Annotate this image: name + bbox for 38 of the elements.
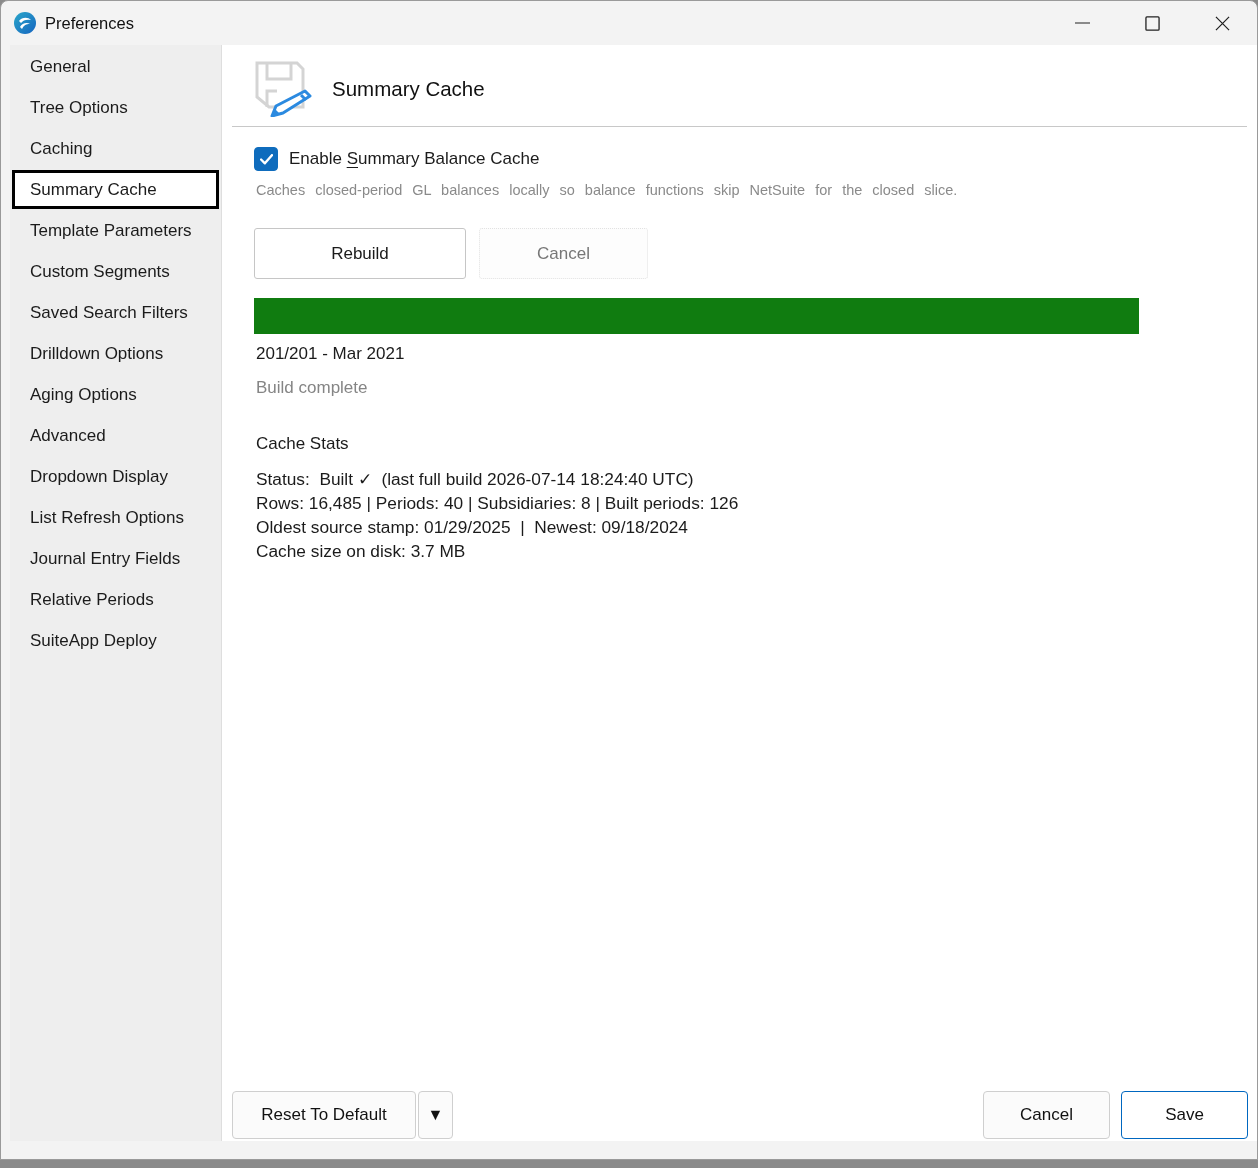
cache-stats-heading: Cache Stats xyxy=(255,434,350,454)
checkbox-label[interactable]: Enable Summary Balance Cache xyxy=(289,149,540,169)
build-status-text: Build complete xyxy=(255,378,369,398)
stats-line: Status: Built ✓ (last full build 2026-07-14 18:24:40 UTC) xyxy=(256,468,695,491)
sidebar-item[interactable]: Saved Search Filters xyxy=(12,293,219,332)
app-logo-icon xyxy=(14,12,36,34)
dropdown-button[interactable]: ▼ xyxy=(418,1091,453,1139)
minimize-icon xyxy=(1074,22,1090,24)
page-title: Summary Cache xyxy=(332,77,485,101)
sidebar-item[interactable]: Journal Entry Fields xyxy=(12,539,219,578)
sidebar-item[interactable]: Custom Segments xyxy=(12,252,219,291)
sidebar-item[interactable]: General xyxy=(12,47,219,86)
reset-button[interactable]: Reset To Default xyxy=(232,1091,416,1139)
progress-reading: 201/201 - Mar 2021 xyxy=(255,344,406,364)
sidebar-item[interactable]: Dropdown Display xyxy=(12,457,219,496)
rebuild-button[interactable]: Rebuild xyxy=(254,228,466,279)
stats-line: Oldest source stamp: 01/29/2025 | Newest: 09/18/2024 xyxy=(256,516,689,539)
close-icon xyxy=(1214,15,1230,31)
sidebar-item[interactable]: List Refresh Options xyxy=(12,498,219,537)
sidebar-item[interactable]: Caching xyxy=(12,129,219,168)
cancel-button[interactable]: Cancel xyxy=(983,1091,1110,1139)
sidebar-item[interactable]: SuiteApp Deploy xyxy=(12,621,219,660)
save-button[interactable]: Save xyxy=(1121,1091,1248,1139)
sidebar-item[interactable]: Relative Periods xyxy=(12,580,219,619)
checkbox[interactable] xyxy=(254,147,278,171)
description-text: Caches closed-period GL balances locally so balance functions skip NetSuite for the closed slice. xyxy=(255,182,959,198)
stats-line: Rows: 16,485 | Periods: 40 | Subsidiaries: 8 | Built periods: 126 xyxy=(256,492,740,515)
sidebar-item[interactable]: Template Parameters xyxy=(12,211,219,250)
maximize-icon xyxy=(1144,15,1160,31)
sidebar-item[interactable]: Summary Cache xyxy=(12,170,219,209)
window-title: Preferences xyxy=(45,13,134,33)
sidebar-item[interactable]: Tree Options xyxy=(12,88,219,127)
checkmark-icon xyxy=(259,153,273,165)
stats-line: Cache size on disk: 3.7 MB xyxy=(256,540,467,563)
sidebar-item[interactable]: Aging Options xyxy=(12,375,219,414)
sidebar-item[interactable]: Drilldown Options xyxy=(12,334,219,373)
floppy-pencil-icon xyxy=(255,61,313,117)
sidebar-item[interactable]: Advanced xyxy=(12,416,219,455)
